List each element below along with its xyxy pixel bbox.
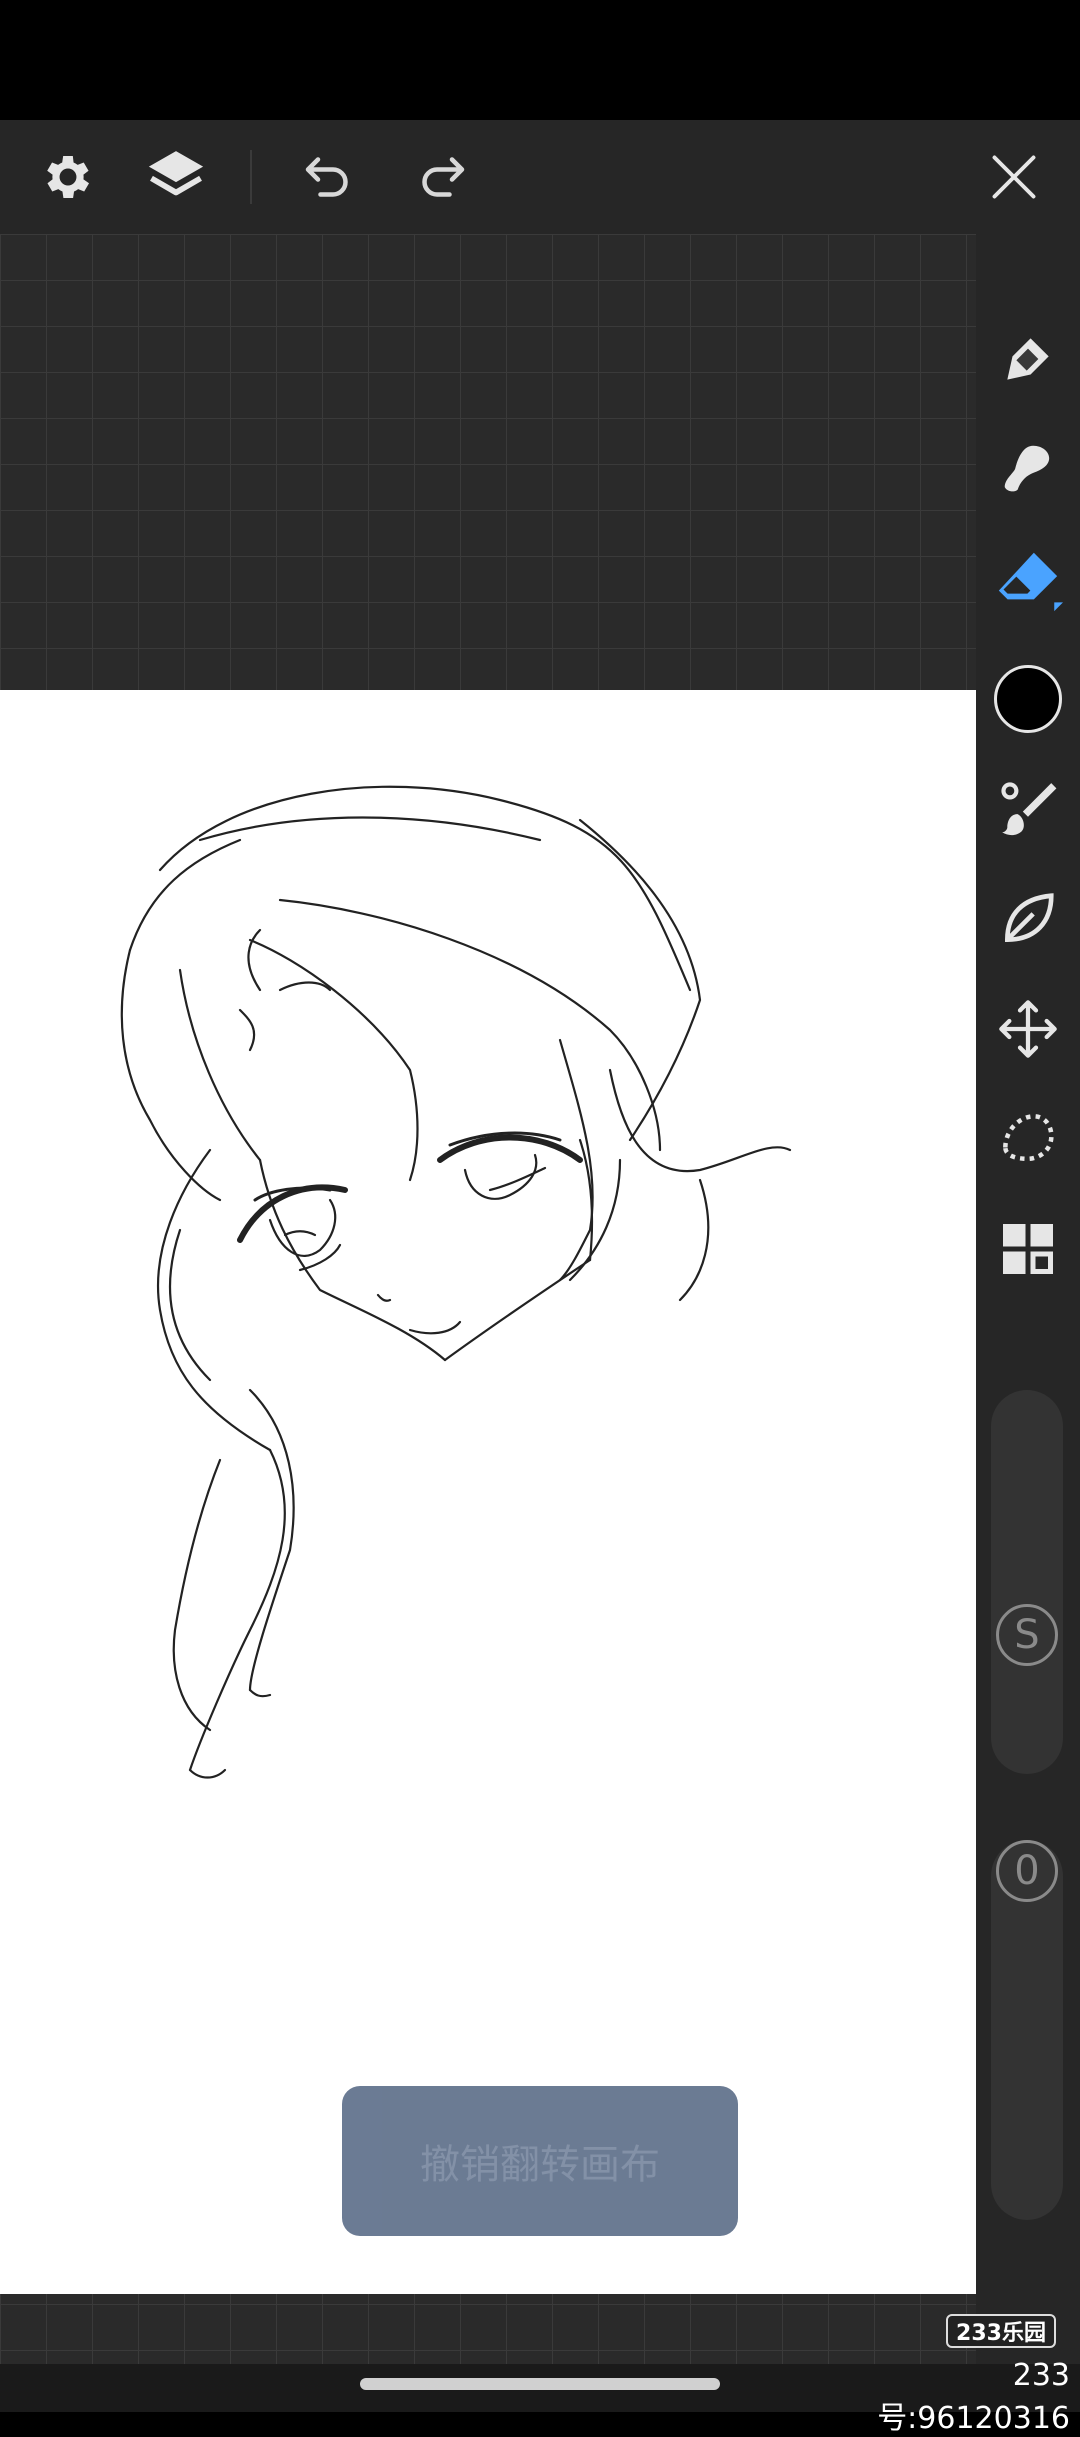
eraser-icon — [998, 552, 1063, 612]
close-icon — [992, 155, 1036, 199]
watermark-id: 233号:96120316 — [877, 2358, 1070, 2436]
sketch-drawing — [120, 785, 792, 1779]
lasso-icon — [1003, 1114, 1054, 1162]
toolbar-divider — [250, 150, 252, 204]
liquify-icon — [1005, 893, 1054, 942]
selection-tool-button[interactable] — [976, 1094, 1080, 1184]
eraser-tool-button[interactable] — [976, 534, 1080, 624]
color-swatch — [994, 665, 1062, 733]
home-indicator[interactable] — [360, 2378, 720, 2390]
brush-library-button[interactable] — [976, 764, 1080, 854]
close-button[interactable] — [964, 120, 1064, 234]
watermark-logo: 233乐园 — [946, 2314, 1056, 2348]
opacity-label: 0 — [996, 1840, 1058, 1902]
color-picker-button[interactable] — [976, 654, 1080, 744]
layers-icon — [148, 151, 204, 196]
gear-icon — [47, 155, 90, 199]
pen-tool-button[interactable] — [976, 314, 1080, 404]
smudge-icon — [1004, 445, 1050, 492]
brush-size-label: S — [996, 1604, 1058, 1666]
redo-icon — [422, 157, 465, 197]
workspace-background[interactable] — [0, 234, 976, 2364]
undo-flip-canvas-toast: 撤销翻转画布 — [342, 2086, 738, 2236]
layers-button[interactable] — [126, 120, 226, 234]
smudge-tool-button[interactable] — [976, 424, 1080, 514]
drawing-canvas[interactable] — [0, 690, 976, 2294]
move-icon — [999, 1000, 1057, 1058]
brush-icon — [1001, 782, 1057, 836]
liquify-tool-button[interactable] — [976, 874, 1080, 964]
redo-button[interactable] — [392, 120, 492, 234]
grid-icon — [1003, 1224, 1053, 1274]
transform-tool-button[interactable] — [976, 984, 1080, 1074]
settings-button[interactable] — [18, 120, 118, 234]
more-tools-button[interactable] — [976, 1204, 1080, 1294]
pen-icon — [1007, 338, 1049, 380]
undo-button[interactable] — [278, 120, 378, 234]
brush-size-slider[interactable] — [991, 1390, 1063, 1774]
undo-icon — [305, 157, 348, 197]
top-toolbar — [0, 120, 1080, 234]
